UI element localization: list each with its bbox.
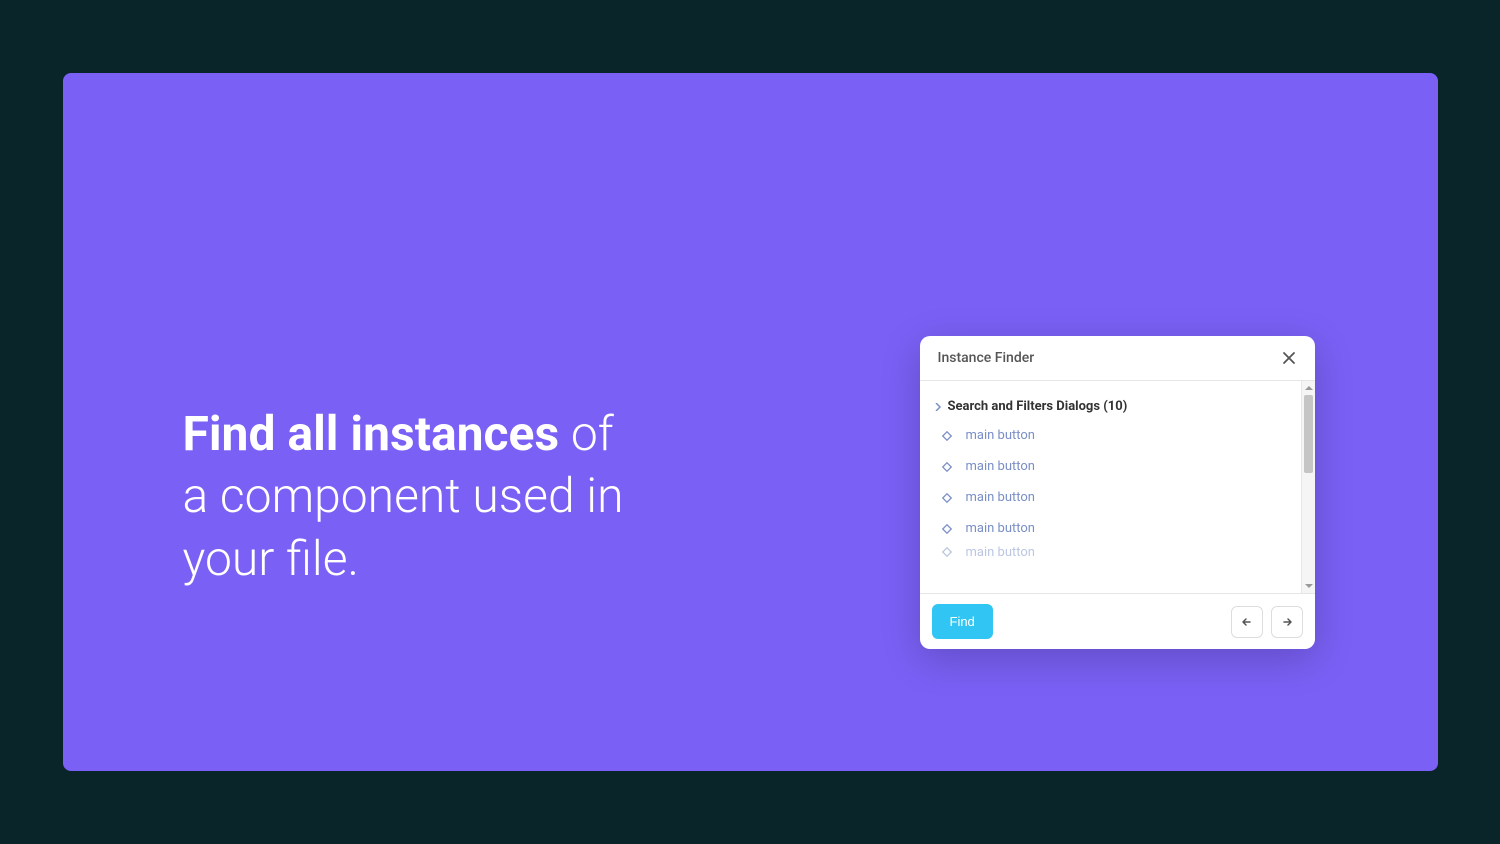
promo-stage: Find all instances of a component used i…: [63, 73, 1438, 771]
nav-buttons: [1231, 606, 1303, 638]
instance-icon: [940, 522, 954, 536]
list-item[interactable]: main button: [928, 513, 1307, 544]
find-button[interactable]: Find: [932, 604, 993, 639]
prev-button[interactable]: [1231, 606, 1263, 638]
scroll-up-icon[interactable]: [1302, 381, 1315, 395]
result-group[interactable]: Search and Filters Dialogs (10): [928, 393, 1307, 420]
hero-line-1: Find all instances of: [183, 403, 624, 465]
hero-line-3: your file.: [183, 528, 624, 590]
scrollbar-thumb[interactable]: [1304, 395, 1313, 473]
list-item[interactable]: main button: [928, 420, 1307, 451]
arrow-left-icon: [1240, 615, 1254, 629]
dialog-footer: Find: [920, 593, 1315, 649]
instance-finder-dialog: Instance Finder Search and Filters Dialo…: [920, 336, 1315, 649]
instance-icon: [940, 545, 954, 559]
arrow-right-icon: [1280, 615, 1294, 629]
next-button[interactable]: [1271, 606, 1303, 638]
list-item[interactable]: main button: [928, 451, 1307, 482]
hero-text: Find all instances of a component used i…: [183, 403, 624, 590]
instance-icon: [940, 460, 954, 474]
chevron-right-icon: [932, 401, 944, 413]
item-label: main button: [966, 490, 1035, 505]
group-label: Search and Filters Dialogs (10): [948, 399, 1128, 414]
close-icon[interactable]: [1281, 350, 1297, 366]
dialog-body: Search and Filters Dialogs (10) main but…: [920, 381, 1315, 593]
scrollbar[interactable]: [1301, 381, 1315, 593]
item-label: main button: [966, 545, 1035, 560]
instance-icon: [940, 429, 954, 443]
item-label: main button: [966, 521, 1035, 536]
results-list: Search and Filters Dialogs (10) main but…: [920, 381, 1315, 560]
item-label: main button: [966, 428, 1035, 443]
list-item[interactable]: main button: [928, 544, 1307, 560]
hero-rest-1: of: [559, 405, 614, 462]
dialog-header: Instance Finder: [920, 336, 1315, 381]
hero-bold: Find all instances: [183, 405, 560, 462]
scroll-down-icon[interactable]: [1302, 579, 1315, 593]
hero-line-2: a component used in: [183, 465, 624, 527]
instance-icon: [940, 491, 954, 505]
list-item[interactable]: main button: [928, 482, 1307, 513]
dialog-title: Instance Finder: [938, 350, 1035, 366]
item-label: main button: [966, 459, 1035, 474]
